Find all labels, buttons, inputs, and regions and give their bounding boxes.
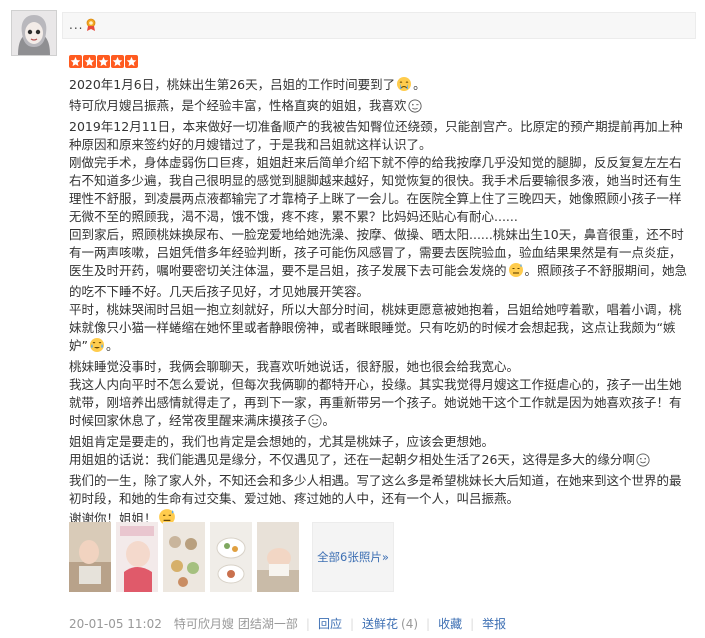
- all-photos-link[interactable]: 全部6张照片»: [312, 522, 394, 592]
- star-icon: [69, 55, 82, 68]
- review-paragraph: 特可欣月嫂吕振燕，是个经验丰富，性格直爽的姐姐，我喜欢: [69, 97, 693, 118]
- review-date: 20-01-05 11:02: [69, 616, 162, 631]
- photo-thumbnail[interactable]: [163, 522, 205, 592]
- sweat-face-icon: [508, 262, 524, 283]
- award-icon: [85, 18, 97, 32]
- review-paragraph: 刚做完手术，身体虚弱伤口巨疼，姐姐赶来后简单介绍下就不停的给我按摩几乎没知觉的腿…: [69, 155, 682, 224]
- divider: |: [470, 616, 475, 631]
- report-button[interactable]: 举报: [482, 615, 506, 632]
- favorite-button[interactable]: 收藏: [438, 615, 462, 632]
- review-paragraph: 用姐姐的话说：我们能遇见是缘分，不仅遇见了，还在一起朝夕相处生活了26天，这得是…: [69, 451, 693, 472]
- review-paragraph: 我这人内向平时不怎么爱说，但每次我俩聊的都特开心，投缘。其实我觉得月嫂这工作挺虐…: [69, 376, 693, 433]
- smile-face-icon: [636, 453, 650, 472]
- flowers-count: (4): [401, 616, 419, 631]
- photo-thumbnail[interactable]: [116, 522, 158, 592]
- star-icon: [97, 55, 110, 68]
- review-footer: 20-01-05 11:02 特可欣月嫂 团结湖一部 | 回应 | 送鲜花 (4…: [69, 615, 506, 632]
- review-paragraph: 姐姐肯定是要走的，我们也肯定是会想她的，尤其是桃妹子，应该会更想她。: [69, 434, 495, 449]
- star-icon: [111, 55, 124, 68]
- divider: |: [426, 616, 431, 631]
- star-icon: [125, 55, 138, 68]
- send-flowers-button[interactable]: 送鲜花: [362, 615, 398, 632]
- wink-face-icon: [407, 99, 422, 118]
- divider: |: [305, 616, 310, 631]
- photo-strip: [69, 522, 299, 592]
- review-paragraph: 我们的一生，除了家人外，不知还会和多少人相遇。写了这么多是希望桃妹长大后知道，在…: [69, 473, 682, 506]
- divider: |: [349, 616, 355, 631]
- crying-face-icon: [396, 76, 412, 97]
- review-paragraph: 2020年1月6日，桃妹出生第26天，吕姐的工作时间要到了。: [69, 76, 693, 97]
- avatar[interactable]: [11, 10, 57, 56]
- user-name[interactable]: ...: [69, 18, 83, 32]
- smile-face-icon: [307, 414, 322, 433]
- review-body: 2020年1月6日，桃妹出生第26天，吕姐的工作时间要到了。 特可欣月嫂吕振燕，…: [69, 76, 693, 531]
- reply-button[interactable]: 回应: [318, 615, 342, 632]
- user-header-bar: ...: [62, 12, 696, 39]
- review-author[interactable]: 特可欣月嫂: [174, 615, 234, 632]
- review-paragraph: 桃妹睡觉没事时，我俩会聊聊天，我喜欢听她说话，很舒服，她也很会给我宽心。: [69, 359, 520, 374]
- star-icon: [83, 55, 96, 68]
- tears-face-icon: [89, 337, 105, 358]
- review-paragraph: 2019年12月11日，本来做好一切准备顺产的我被告知臀位还绕颈，只能剖宫产。比…: [69, 119, 683, 152]
- photo-thumbnail[interactable]: [69, 522, 111, 592]
- photo-thumbnail[interactable]: [210, 522, 252, 592]
- photo-thumbnail[interactable]: [257, 522, 299, 592]
- star-rating: [69, 55, 138, 69]
- review-paragraph: 回到家后，照顾桃妹换尿布、一脸宠爱地给她洗澡、按摩、做操、晒太阳......桃妹…: [69, 227, 688, 299]
- review-group[interactable]: 团结湖一部: [238, 615, 298, 632]
- review-paragraph: 平时，桃妹哭闹时吕姐一抱立刻就好，所以大部分时间，桃妹更愿意被她抱着，吕姐给她哼…: [69, 301, 693, 358]
